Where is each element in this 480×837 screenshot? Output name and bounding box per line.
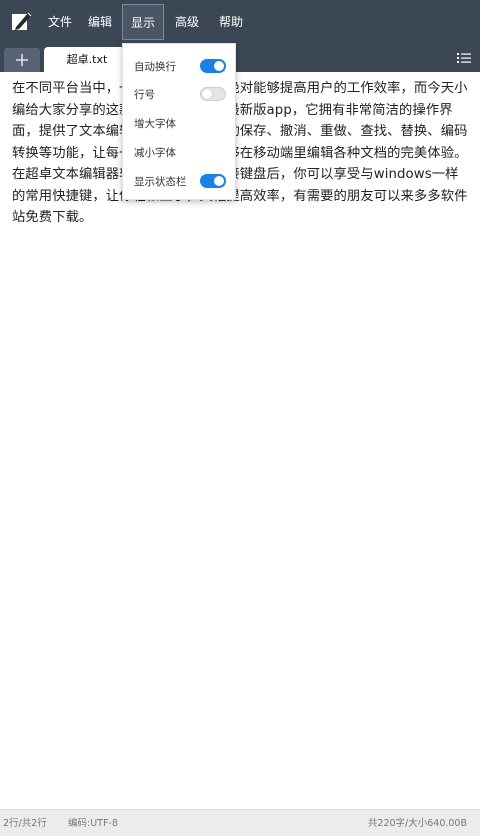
menu-display[interactable]: 显示 [122, 4, 164, 40]
menu-file[interactable]: 文件 [42, 4, 78, 40]
menu-option-increase-font[interactable]: 增大字体 [123, 109, 235, 137]
menu-help[interactable]: 帮助 [210, 4, 252, 40]
word-wrap-toggle[interactable] [200, 59, 226, 73]
notepad-pen-icon[interactable] [10, 10, 32, 32]
menu-option-word-wrap[interactable]: 自动换行 [123, 52, 235, 80]
status-encoding: 编码:UTF-8 [68, 818, 118, 829]
menu-option-line-numbers[interactable]: 行号 [123, 80, 235, 108]
status-document-stats: 共220字/大小640.00B [367, 818, 467, 829]
menu-advanced[interactable]: 高级 [168, 4, 206, 40]
menu-option-decrease-font[interactable]: 减小字体 [123, 138, 235, 166]
add-tab-button[interactable] [4, 48, 40, 72]
tab-bar: 超卓.txt [0, 44, 480, 72]
decrease-font-label: 减小字体 [134, 147, 176, 159]
tab-file[interactable]: 超卓.txt [44, 47, 130, 72]
line-numbers-label: 行号 [134, 89, 155, 101]
word-wrap-label: 自动换行 [134, 61, 176, 73]
increase-font-label: 增大字体 [134, 118, 176, 130]
status-bar: 2行/共2行 编码:UTF-8 共220字/大小640.00B [0, 809, 480, 836]
show-statusbar-toggle[interactable] [200, 174, 226, 188]
menu-edit[interactable]: 编辑 [82, 4, 118, 40]
plus-icon [16, 54, 28, 66]
list-icon[interactable] [456, 50, 472, 66]
show-statusbar-label: 显示状态栏 [134, 176, 187, 188]
menu-option-show-statusbar[interactable]: 显示状态栏 [123, 167, 235, 195]
editor-text-area[interactable]: 在不同平台当中，一款好用的编辑器绝对能够提高用户的工作效率，而今天小编给大家分享… [12, 78, 468, 229]
line-numbers-toggle[interactable] [200, 87, 226, 101]
status-line-position: 2行/共2行 [3, 818, 47, 829]
display-dropdown-menu: 自动换行 行号 增大字体 减小字体 显示状态栏 [122, 43, 236, 200]
menu-bar: 文件 编辑 显示 高级 帮助 [0, 0, 480, 44]
